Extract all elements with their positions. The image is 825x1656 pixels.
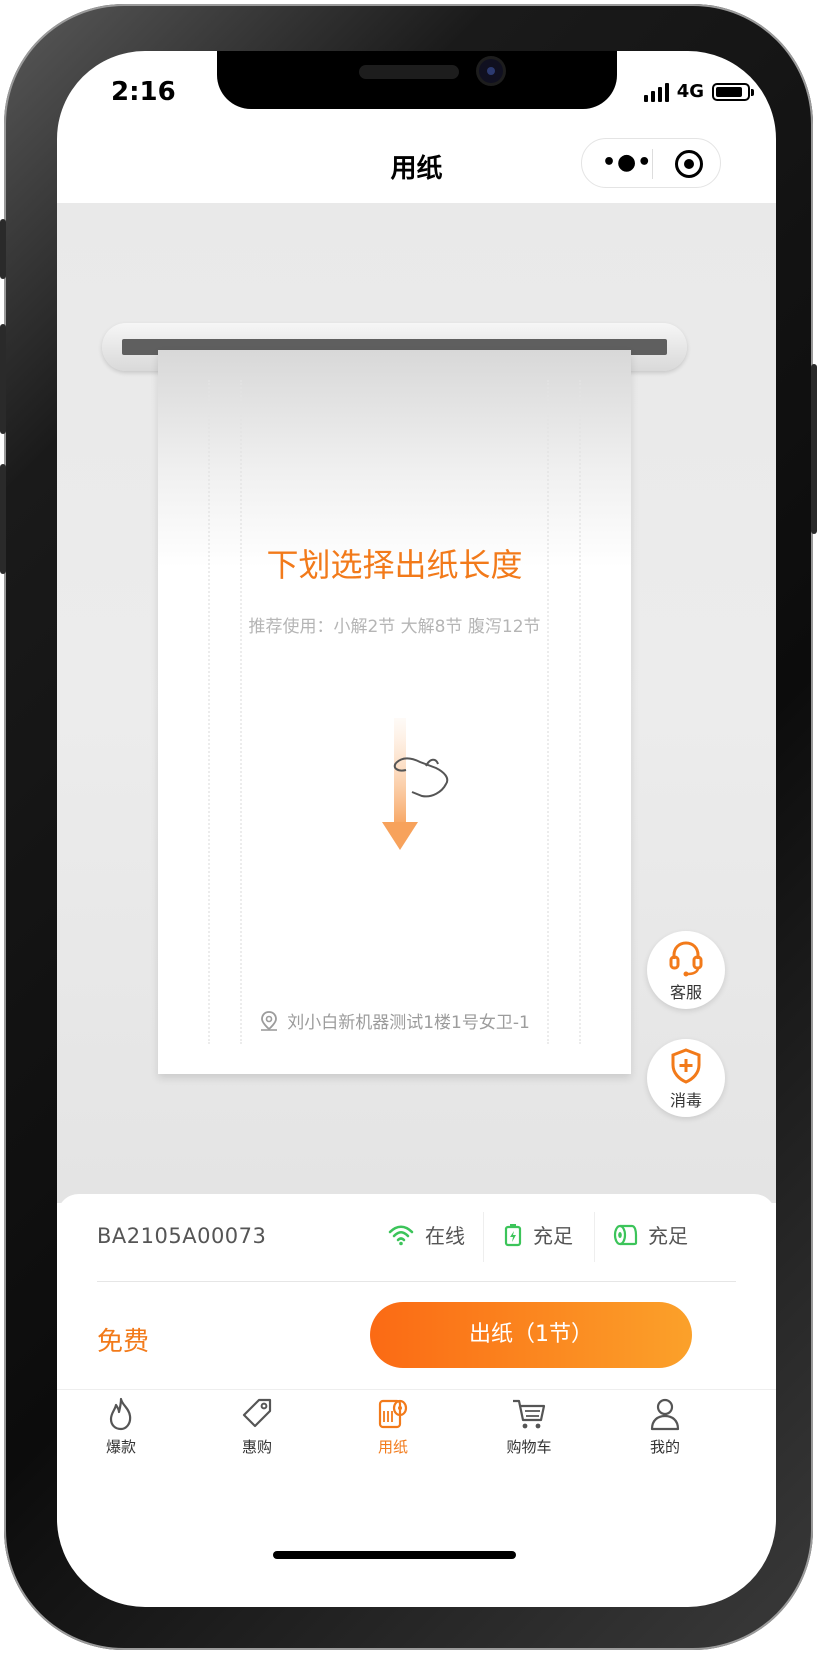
- tab-bar: 爆款 惠购 用纸 购物车 我的: [57, 1389, 776, 1520]
- user-icon: [650, 1398, 680, 1431]
- home-indicator: [273, 1551, 516, 1559]
- paper-status-label: 充足: [648, 1224, 688, 1248]
- disinfect-button[interactable]: 消毒: [647, 1039, 725, 1117]
- screen: 2:16 4G 用纸 •●• 下划选择出纸长度 推荐使用：小解2节 大解8节 腹…: [57, 51, 776, 1607]
- volume-down-button: [0, 464, 6, 574]
- tab-deals[interactable]: 惠购: [207, 1396, 307, 1457]
- location-text: 刘小白新机器测试1楼1号女卫-1: [287, 1013, 530, 1033]
- capsule-divider: [652, 149, 653, 179]
- battery-status-icon: [712, 82, 754, 101]
- camera: [479, 59, 503, 83]
- paper-dispenser-area: 下划选择出纸长度 推荐使用：小解2节 大解8节 腹泻12节 刘小白新机器测试1楼…: [57, 203, 776, 1203]
- online-status: 在线: [387, 1220, 465, 1249]
- panel-divider: [97, 1281, 736, 1282]
- wifi-icon: [388, 1224, 414, 1245]
- paper-roll-icon: [613, 1224, 638, 1245]
- disinfect-label: 消毒: [669, 1091, 702, 1110]
- phone-frame: 2:16 4G 用纸 •●• 下划选择出纸长度 推荐使用：小解2节 大解8节 腹…: [0, 4, 817, 1650]
- shield-plus-icon: [671, 1048, 701, 1084]
- status-divider: [483, 1212, 484, 1262]
- battery-status-label: 充足: [533, 1224, 573, 1248]
- tab-cart[interactable]: 购物车: [479, 1396, 579, 1457]
- dispense-panel: BA2105A00073 在线 充足 充足 免费 出纸（1节）: [57, 1194, 776, 1389]
- tag-icon: [242, 1398, 272, 1428]
- tab-paper[interactable]: 用纸: [343, 1396, 443, 1457]
- tab-mine[interactable]: 我的: [615, 1396, 715, 1457]
- paper-recommendation: 推荐使用：小解2节 大解8节 腹泻12节: [248, 617, 541, 637]
- status-divider: [594, 1212, 595, 1262]
- location-pin-icon: [261, 1010, 278, 1031]
- tab-mine-label: 我的: [649, 1438, 680, 1456]
- network-type: 4G: [676, 81, 704, 102]
- paper-sheet[interactable]: 下划选择出纸长度 推荐使用：小解2节 大解8节 腹泻12节 刘小白新机器测试1楼…: [158, 350, 631, 1074]
- nav-bar: 用纸 •●•: [57, 136, 776, 206]
- machine-location: 刘小白新机器测试1楼1号女卫-1: [158, 1008, 631, 1033]
- paper-perforation: [547, 380, 581, 1044]
- tab-hot-label: 爆款: [105, 1438, 136, 1456]
- more-dots-icon[interactable]: •●•: [602, 152, 651, 174]
- battery-status: 充足: [503, 1220, 573, 1249]
- notch: [217, 51, 617, 109]
- customer-service-label: 客服: [669, 983, 702, 1002]
- target-circle-icon[interactable]: [675, 150, 703, 178]
- customer-service-button[interactable]: 客服: [647, 931, 725, 1009]
- volume-up-button: [0, 324, 6, 434]
- price-label: 免费: [97, 1327, 150, 1357]
- paper-instruction-title: 下划选择出纸长度: [266, 546, 523, 584]
- swipe-down-icon: [382, 718, 449, 850]
- status-time: 2:16: [111, 77, 176, 107]
- paper-perforation: [208, 380, 242, 1044]
- online-status-label: 在线: [425, 1224, 465, 1248]
- mini-program-capsule: •●•: [581, 138, 721, 188]
- tab-deals-label: 惠购: [241, 1438, 272, 1456]
- tab-cart-label: 购物车: [506, 1438, 552, 1456]
- cart-icon: [513, 1399, 546, 1429]
- tab-paper-label: 用纸: [377, 1438, 408, 1456]
- speaker: [359, 65, 459, 79]
- power-button: [811, 364, 817, 534]
- signal-icon: [643, 82, 669, 102]
- paper-roll-icon: [378, 1399, 408, 1429]
- flame-icon: [109, 1397, 132, 1431]
- headset-icon: [669, 941, 703, 977]
- paper-status: 充足: [612, 1220, 688, 1249]
- tab-hot[interactable]: 爆款: [71, 1396, 171, 1457]
- mute-switch: [0, 219, 6, 279]
- dispense-paper-button[interactable]: 出纸（1节）: [370, 1302, 692, 1368]
- device-id: BA2105A00073: [97, 1224, 267, 1248]
- battery-icon: [504, 1223, 522, 1246]
- status-indicators: 4G: [643, 81, 754, 102]
